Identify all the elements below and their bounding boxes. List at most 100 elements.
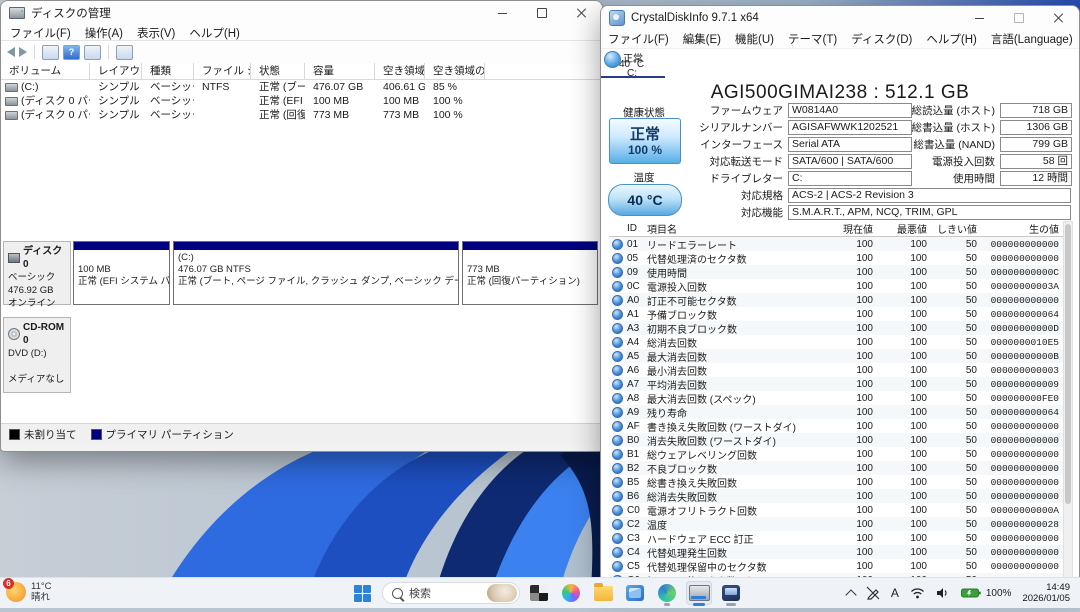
smart-col-name[interactable]: 項目名 <box>647 221 827 236</box>
cdi-menu-item[interactable]: 機能(U) <box>728 29 781 49</box>
smart-row[interactable]: A7 平均消去回数 100 100 50 000000000009 <box>609 377 1063 391</box>
dm-menu-item[interactable]: ヘルプ(H) <box>182 23 246 43</box>
clock[interactable]: 14:49 2026/01/05 <box>1022 582 1070 604</box>
dm-close-button[interactable] <box>562 1 602 25</box>
cdi-menu-item[interactable]: ディスク(D) <box>844 29 919 49</box>
start-button[interactable] <box>354 585 371 602</box>
photos-app-button[interactable] <box>622 581 648 605</box>
column-header[interactable]: ファイル システム <box>194 63 251 79</box>
dm-minimize-button[interactable] <box>482 1 522 25</box>
partition-efi[interactable]: 100 MB 正常 (EFI システム パーティシ <box>73 241 170 305</box>
smart-row[interactable]: B2 不良ブロック数 100 100 50 000000000000 <box>609 461 1063 475</box>
properties-icon[interactable] <box>84 45 101 60</box>
cdi-minimize-button[interactable] <box>959 6 999 30</box>
dm-menu-item[interactable]: ファイル(F) <box>3 23 78 43</box>
pen-disabled-icon[interactable] <box>866 586 880 600</box>
column-header[interactable]: レイアウト <box>90 63 142 79</box>
smart-status-dot-icon <box>612 253 623 264</box>
smart-row[interactable]: A3 初期不良ブロック数 100 100 50 00000000000D <box>609 321 1063 335</box>
ime-mode-indicator[interactable]: A <box>891 586 899 600</box>
smart-row[interactable]: C5 代替処理保留中のセクタ数 100 100 50 000000000000 <box>609 559 1063 573</box>
volume-row[interactable]: (C:) シンプル ベーシック NTFS 正常 (ブート.. 476.07 GB… <box>1 80 600 94</box>
cdi-menu-item[interactable]: テーマ(T) <box>781 29 844 49</box>
smart-col-current[interactable]: 現在値 <box>827 221 877 236</box>
dm-maximize-button[interactable] <box>522 1 562 25</box>
cdi-menu-item[interactable]: ヘルプ(H) <box>919 29 983 49</box>
smart-row[interactable]: B0 消去失敗回数 (ワーストダイ) 100 100 50 0000000000… <box>609 433 1063 447</box>
cdi-menubar: ファイル(F)編集(E)機能(U)テーマ(T)ディスク(D)ヘルプ(H)言語(L… <box>601 30 1079 49</box>
dm-titlebar: ディスクの管理 <box>1 1 602 25</box>
smart-scrollbar[interactable] <box>1063 221 1073 580</box>
crystaldiskinfo-taskbar-button[interactable] <box>686 581 712 605</box>
cdi-menu-item[interactable]: 言語(Language) <box>984 29 1080 49</box>
smart-row[interactable]: C2 温度 100 100 50 000000000028 <box>609 517 1063 531</box>
column-header[interactable]: 種類 <box>142 63 194 79</box>
partition-color-band <box>463 242 597 250</box>
back-icon[interactable] <box>7 47 15 57</box>
weather-widget[interactable]: 6 11°C 晴れ <box>6 581 52 603</box>
smart-row[interactable]: A5 最大消去回数 100 100 50 00000000000B <box>609 349 1063 363</box>
smart-row[interactable]: 01 リードエラーレート 100 100 50 000000000000 <box>609 237 1063 251</box>
copilot-button[interactable] <box>558 581 584 605</box>
view-icon[interactable] <box>116 45 133 60</box>
smart-row[interactable]: B5 総書き換え失敗回数 100 100 50 000000000000 <box>609 475 1063 489</box>
smart-row[interactable]: 0C 電源投入回数 100 100 50 00000000003A <box>609 279 1063 293</box>
column-header[interactable]: 空き領域 <box>375 63 425 79</box>
smart-row[interactable]: C0 電源オフリトラクト回数 100 100 50 00000000000A <box>609 503 1063 517</box>
health-status-box[interactable]: 正常 100 % <box>609 118 681 164</box>
edge-button[interactable] <box>654 581 680 605</box>
disk-management-taskbar-button[interactable] <box>718 581 744 605</box>
partition-c[interactable]: (C:) 476.07 GB NTFS 正常 (ブート, ページ ファイル, ク… <box>173 241 459 305</box>
cd-icon <box>8 328 20 340</box>
volume-row[interactable]: (ディスク 0 パーティショ... シンプル ベーシック 正常 (回復... 7… <box>1 108 600 122</box>
smart-row[interactable]: B1 総ウェアレベリング回数 100 100 50 000000000000 <box>609 447 1063 461</box>
smart-row[interactable]: AF 書き換え失敗回数 (ワーストダイ) 100 100 50 00000000… <box>609 419 1063 433</box>
tray-chevron-up-icon[interactable] <box>845 589 856 600</box>
temperature-pill[interactable]: 40 °C <box>608 184 682 216</box>
dm-menu-item[interactable]: 操作(A) <box>78 23 130 43</box>
field-value: ACS-2 | ACS-2 Revision 3 <box>788 188 1071 203</box>
smart-col-raw[interactable]: 生の値 <box>981 221 1063 236</box>
console-window-icon[interactable] <box>42 45 59 60</box>
file-explorer-button[interactable] <box>590 581 616 605</box>
column-header[interactable]: 容量 <box>305 63 375 79</box>
smart-row[interactable]: C4 代替処理発生回数 100 100 50 000000000000 <box>609 545 1063 559</box>
column-header[interactable]: 空き領域の割.. <box>425 63 485 79</box>
smart-col-worst[interactable]: 最悪値 <box>877 221 931 236</box>
smart-row[interactable]: 09 使用時間 100 100 50 00000000000C <box>609 265 1063 279</box>
smart-row[interactable]: A8 最大消去回数 (スペック) 100 100 50 000000000FE0 <box>609 391 1063 405</box>
volume-row[interactable]: (ディスク 0 パーティショ... シンプル ベーシック 正常 (EFI .. … <box>1 94 600 108</box>
smart-row[interactable]: A6 最小消去回数 100 100 50 000000000003 <box>609 363 1063 377</box>
battery-icon[interactable] <box>961 587 981 599</box>
forward-icon[interactable] <box>19 47 27 57</box>
column-header[interactable]: 状態 <box>251 63 305 79</box>
cdi-maximize-button[interactable] <box>999 6 1039 30</box>
notification-badge: 6 <box>3 578 14 589</box>
smart-col-threshold[interactable]: しきい値 <box>931 221 981 236</box>
smart-col-id[interactable]: ID <box>627 223 647 234</box>
smart-row[interactable]: C3 ハードウェア ECC 訂正 100 100 50 000000000000 <box>609 531 1063 545</box>
search-highlight-image[interactable] <box>487 584 517 602</box>
search-input[interactable]: 検索 <box>382 582 520 604</box>
disk0-info-panel[interactable]: ディスク 0 ベーシック 476.92 GB オンライン <box>3 241 71 305</box>
cdi-menu-item[interactable]: ファイル(F) <box>601 29 676 49</box>
disk-selector-tab[interactable]: 正常 40 °C C: <box>601 50 1079 78</box>
cdrom-info-panel[interactable]: CD-ROM 0 DVD (D:) メディアなし <box>3 317 71 393</box>
column-header[interactable]: ボリューム <box>1 63 90 79</box>
partition-recovery[interactable]: 773 MB 正常 (回復パーティション) <box>462 241 598 305</box>
smart-row[interactable]: A4 総消去回数 100 100 50 0000000010E5 <box>609 335 1063 349</box>
volume-icon[interactable] <box>936 587 950 599</box>
scrollbar-thumb[interactable] <box>1065 224 1071 504</box>
smart-row[interactable]: 05 代替処理済のセクタ数 100 100 50 000000000000 <box>609 251 1063 265</box>
edge-icon <box>658 584 676 602</box>
smart-row[interactable]: A0 訂正不可能セクタ数 100 100 50 000000000000 <box>609 293 1063 307</box>
wifi-icon[interactable] <box>910 587 925 599</box>
smart-row[interactable]: A9 残り寿命 100 100 50 000000000064 <box>609 405 1063 419</box>
dm-menu-item[interactable]: 表示(V) <box>130 23 182 43</box>
help-icon[interactable]: ? <box>63 45 80 60</box>
smart-row[interactable]: A1 予備ブロック数 100 100 50 000000000064 <box>609 307 1063 321</box>
cdi-close-button[interactable] <box>1039 6 1079 30</box>
smart-row[interactable]: B6 総消去失敗回数 100 100 50 000000000000 <box>609 489 1063 503</box>
cdi-menu-item[interactable]: 編集(E) <box>676 29 728 49</box>
task-view-button[interactable] <box>526 581 552 605</box>
